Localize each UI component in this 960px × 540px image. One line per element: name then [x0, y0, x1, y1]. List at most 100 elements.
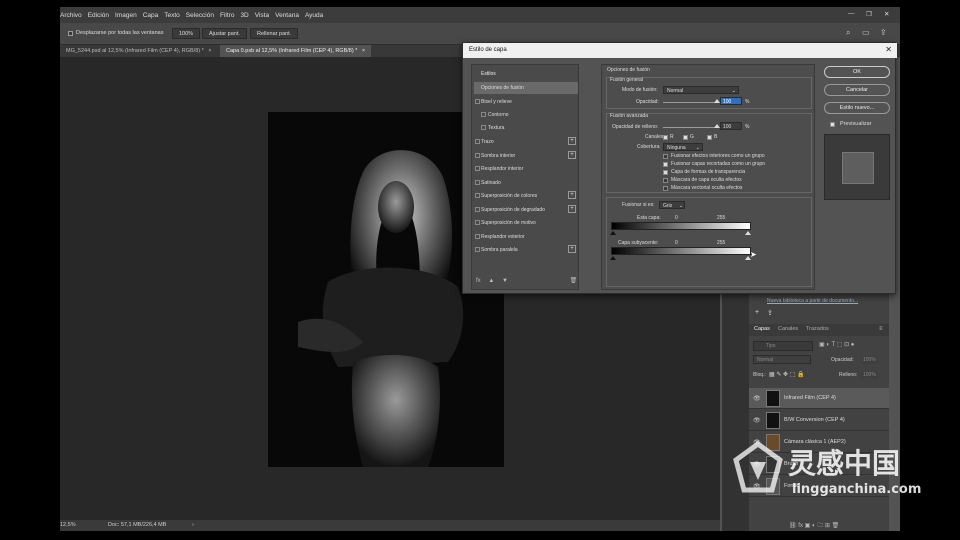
style-item-bevel[interactable]: Bisel y relieve: [474, 96, 578, 108]
style-checkbox[interactable]: [475, 234, 480, 239]
menu-texto[interactable]: Texto: [164, 12, 180, 19]
channel-r-checkbox[interactable]: [663, 135, 668, 140]
style-checkbox[interactable]: [475, 139, 480, 144]
this-layer-black-knob[interactable]: [610, 231, 616, 235]
style-checkbox[interactable]: [481, 125, 486, 130]
tab-canales[interactable]: Canales: [778, 326, 798, 332]
menu-filtro[interactable]: Filtro: [220, 12, 234, 19]
style-item-pattern-overlay[interactable]: Superposición de motivo: [474, 217, 578, 229]
style-item-inner-shadow[interactable]: Sombra interior +: [474, 150, 578, 162]
menu-archivo[interactable]: Archivo: [60, 12, 82, 19]
blend-mode-select[interactable]: Normal ⌄: [663, 86, 739, 94]
knockout-select[interactable]: Ninguna ⌄: [663, 143, 703, 151]
tab-capas[interactable]: Capas: [754, 326, 770, 332]
style-checkbox[interactable]: [475, 166, 480, 171]
underlying-black-knob[interactable]: [610, 256, 616, 260]
minimize-icon[interactable]: —: [848, 10, 855, 17]
lock-icons[interactable]: ▦ ✎ ✥ ⬚ 🔒: [769, 371, 805, 378]
layer-row[interactable]: 👁 Infrared Film (CEP 4): [749, 388, 889, 409]
status-arrow-icon[interactable]: ›: [192, 522, 194, 528]
menu-ayuda[interactable]: Ayuda: [305, 12, 323, 19]
tab-capa0[interactable]: Capa 0.psb al 12,5% (Infrared Film (CEP …: [220, 45, 372, 57]
channel-b-checkbox[interactable]: [707, 135, 712, 140]
style-item-stroke[interactable]: Trazo +: [474, 136, 578, 148]
cancel-button[interactable]: Cancelar: [824, 84, 890, 96]
style-item-satin[interactable]: Satinado: [474, 177, 578, 189]
visibility-eye-icon[interactable]: 👁: [753, 417, 761, 424]
fit-screen-button[interactable]: Ajustar pant.: [202, 28, 247, 39]
tab-mg5244[interactable]: MG_5244.psd al 12,5% (Infrared Film (CEP…: [60, 45, 218, 57]
close-window-icon[interactable]: ✕: [884, 10, 889, 18]
restore-icon[interactable]: ❐: [866, 10, 872, 18]
style-checkbox[interactable]: [481, 112, 486, 117]
style-item-texture[interactable]: Textura: [474, 122, 578, 134]
styles-header[interactable]: Estilos: [474, 68, 578, 80]
layer-filter-search[interactable]: Tipo: [753, 341, 813, 351]
menu-capa[interactable]: Capa: [143, 12, 159, 19]
blend-interior-checkbox[interactable]: [663, 154, 668, 159]
search-icon[interactable]: ⌕: [846, 28, 850, 38]
menu-seleccion[interactable]: Selección: [186, 12, 214, 19]
style-item-drop-shadow[interactable]: Sombra paralela +: [474, 244, 578, 256]
close-tab-icon[interactable]: ×: [208, 48, 211, 54]
dialog-title-bar[interactable]: Estilo de capa ✕: [463, 43, 897, 58]
vector-mask-hides-checkbox[interactable]: [663, 186, 668, 191]
filter-icons[interactable]: ▣ ◐ T ⬚ ⊡ ●: [819, 341, 854, 348]
this-layer-white-knob[interactable]: [745, 231, 751, 235]
fill-opacity-slider[interactable]: [663, 127, 717, 128]
close-tab-icon[interactable]: ×: [362, 48, 365, 54]
add-icon[interactable]: +: [755, 309, 759, 316]
menu-imagen[interactable]: Imagen: [115, 12, 137, 19]
opacity-input[interactable]: 100: [720, 97, 742, 105]
style-checkbox[interactable]: [475, 247, 480, 252]
style-item-blending-options[interactable]: Opciones de fusión: [474, 82, 578, 94]
style-checkbox[interactable]: [475, 153, 480, 158]
blend-mode-select[interactable]: Normal: [753, 355, 811, 364]
close-icon[interactable]: ✕: [885, 45, 892, 54]
style-checkbox[interactable]: [475, 193, 480, 198]
this-layer-gradient[interactable]: [611, 222, 751, 230]
add-style-icon[interactable]: +: [568, 205, 576, 213]
workspace-icon[interactable]: ▭: [862, 28, 870, 37]
menu-edicion[interactable]: Edición: [88, 12, 109, 19]
library-link[interactable]: Nueva biblioteca a partir de documento..…: [767, 298, 858, 304]
fx-icon[interactable]: fx: [476, 278, 481, 284]
fill-value[interactable]: 100%: [861, 371, 878, 379]
visibility-eye-icon[interactable]: 👁: [753, 395, 761, 402]
layer-mask-hides-checkbox[interactable]: [663, 178, 668, 183]
menu-ventana[interactable]: Ventana: [275, 12, 299, 19]
style-item-contour[interactable]: Contorno: [474, 109, 578, 121]
delete-icon[interactable]: 🗑: [570, 278, 578, 284]
style-checkbox[interactable]: [475, 207, 480, 212]
zoom-100-button[interactable]: 100%: [172, 28, 201, 39]
move-up-icon[interactable]: ▲: [488, 278, 494, 284]
style-item-outer-glow[interactable]: Resplandor exterior: [474, 231, 578, 243]
style-checkbox[interactable]: [475, 220, 480, 225]
ok-button[interactable]: OK: [824, 66, 890, 78]
share-icon[interactable]: ⇪: [880, 28, 887, 37]
layer-footer-icons[interactable]: ⛓ fx ▣ ◐ 🗀 ⊞ 🗑: [789, 521, 839, 531]
add-style-icon[interactable]: +: [568, 245, 576, 253]
add-style-icon[interactable]: +: [568, 191, 576, 199]
blend-clipped-checkbox[interactable]: [663, 162, 668, 167]
underlying-gradient[interactable]: [611, 247, 751, 255]
move-down-icon[interactable]: ▼: [502, 278, 508, 284]
transparency-shapes-checkbox[interactable]: [663, 170, 668, 175]
style-item-inner-glow[interactable]: Resplandor interior: [474, 163, 578, 175]
menu-3d[interactable]: 3D: [240, 12, 248, 19]
add-style-icon[interactable]: +: [568, 151, 576, 159]
style-checkbox[interactable]: [475, 99, 480, 104]
opacity-slider[interactable]: [663, 102, 717, 103]
add-style-icon[interactable]: +: [568, 137, 576, 145]
new-style-button[interactable]: Estilo nuevo...: [824, 102, 890, 114]
preview-checkbox[interactable]: [830, 122, 835, 127]
menu-vista[interactable]: Vista: [255, 12, 269, 19]
fill-screen-button[interactable]: Rellenar pant.: [250, 28, 299, 39]
fill-opacity-input[interactable]: 100: [720, 122, 742, 130]
upload-icon[interactable]: ⇪: [767, 309, 773, 317]
style-item-color-overlay[interactable]: Superposición de colores +: [474, 190, 578, 202]
style-item-gradient-overlay[interactable]: Superposición de degradado +: [474, 204, 578, 216]
channel-g-checkbox[interactable]: [683, 135, 688, 140]
style-checkbox[interactable]: [475, 180, 480, 185]
opacity-value[interactable]: 100%: [861, 356, 878, 364]
